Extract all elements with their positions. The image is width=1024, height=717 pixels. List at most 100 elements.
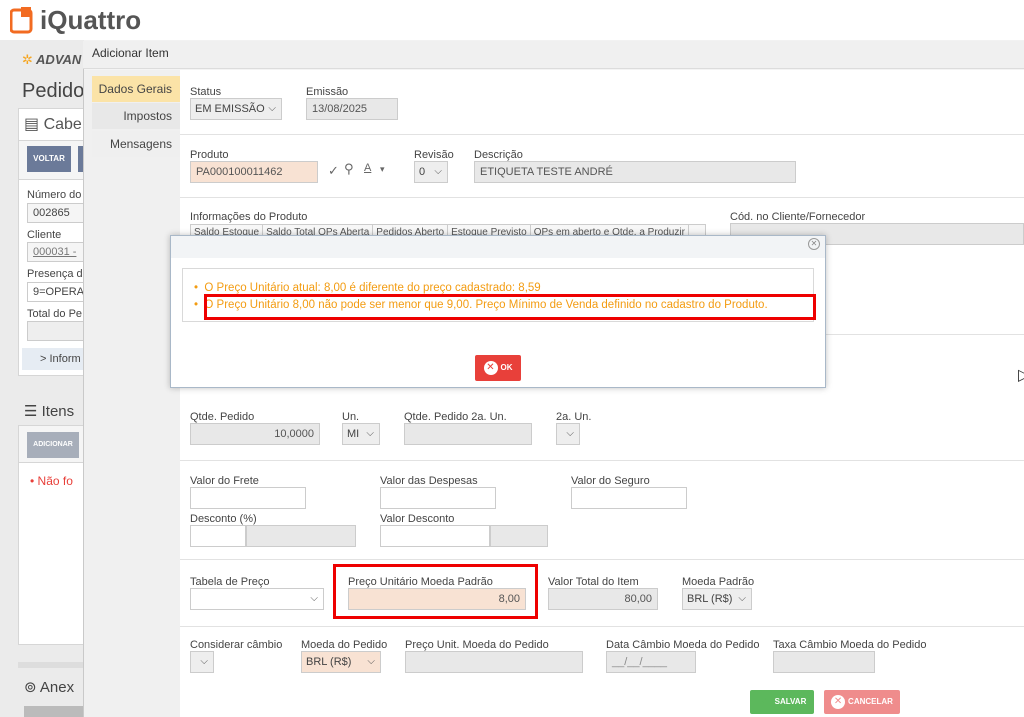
tab-mensagens[interactable]: Mensagens (92, 131, 180, 157)
un-select[interactable]: MI ⌵ (342, 423, 380, 445)
desconto-pct-label: Desconto (%) (190, 513, 257, 525)
search-icon[interactable]: ⚲ (344, 161, 354, 177)
clipboard-icon: ▤ (24, 116, 40, 133)
desconto-pct-value[interactable] (246, 525, 356, 547)
descricao-label: Descrição (474, 149, 523, 161)
adicionar-button[interactable]: ADICIONAR (27, 432, 79, 458)
close-icon: ✕ (483, 360, 498, 375)
confirm-icon[interactable]: ✓ (328, 163, 339, 179)
alert-message-1: • O Preço Unitário atual: 8,00 é diferen… (194, 282, 541, 294)
qtde-2a-label: Qtde. Pedido 2a. Un. (404, 411, 507, 423)
chevron-down-icon: ⌵ (566, 428, 574, 439)
preco-moeda-pedido-label: Preço Unit. Moeda do Pedido (405, 639, 549, 651)
scrollbar[interactable] (18, 662, 84, 668)
qtde-2a-field[interactable] (404, 423, 532, 445)
data-cambio-field[interactable]: __/__/____ (606, 651, 696, 673)
voltar-button[interactable]: VOLTAR (27, 146, 71, 172)
desconto-val-field[interactable] (380, 525, 490, 547)
itens-message: • Não fo (30, 474, 73, 488)
caret-down-icon[interactable]: ▾ (380, 164, 385, 175)
produto-field[interactable]: PA000100011462 (190, 161, 318, 183)
numero-field[interactable]: 002865 (27, 203, 84, 223)
chevron-down-icon: ⌵ (310, 593, 318, 604)
alert-titlebar (171, 236, 825, 258)
desconto-pct-field[interactable] (190, 525, 246, 547)
qtde-pedido-field[interactable]: 10,0000 (190, 423, 320, 445)
qtde-pedido-label: Qtde. Pedido (190, 411, 255, 423)
top-bar (0, 0, 1024, 40)
revisao-select[interactable]: 0 ⌵ (414, 161, 448, 183)
salvar-button[interactable]: ✓ SALVAR (750, 690, 814, 714)
tab-impostos[interactable]: Impostos (92, 103, 180, 129)
produto-label: Produto (190, 149, 229, 161)
chevron-down-icon: ⌵ (367, 656, 375, 667)
modal-header (83, 41, 1024, 69)
tabela-preco-select[interactable]: ⌵ (190, 588, 324, 610)
numero-label: Número do (27, 189, 82, 201)
divider (180, 559, 1024, 560)
revisao-label: Revisão (414, 149, 454, 161)
un-2a-select[interactable]: ⌵ (556, 423, 580, 445)
moeda-padrao-label: Moeda Padrão (682, 576, 755, 588)
moeda-pedido-label: Moeda do Pedido (301, 639, 388, 651)
status-label: Status (190, 86, 222, 98)
taxa-cambio-field[interactable] (773, 651, 875, 673)
valor-total-label: Valor Total do Item (548, 576, 639, 588)
chevron-down-icon: ⌵ (366, 428, 374, 439)
cod-cliente-label: Cód. no Cliente/Fornecedor (730, 211, 866, 223)
logo-icon (10, 7, 33, 34)
seguro-label: Valor do Seguro (571, 475, 650, 487)
attachment-icon: ⊚ (24, 679, 37, 696)
highlight-alert-message (204, 294, 816, 320)
desconto-val-label: Valor Desconto (380, 513, 455, 525)
data-cambio-label: Data Câmbio Moeda do Pedido (606, 639, 760, 651)
frete-field[interactable] (190, 487, 306, 509)
brand-name: iQuattro (40, 5, 142, 35)
moeda-pedido-select[interactable]: BRL (R$) ⌵ (301, 651, 381, 673)
text-format-icon[interactable]: A (364, 162, 371, 174)
valor-total-field[interactable]: 80,00 (548, 588, 658, 610)
despesas-label: Valor das Despesas (380, 475, 478, 487)
info-produto-label: Informações do Produto (190, 211, 308, 223)
frete-label: Valor do Frete (190, 475, 259, 487)
emissao-field[interactable]: 13/08/2025 (306, 98, 398, 120)
modal-title: Adicionar Item (92, 46, 169, 60)
considerar-cambio-select[interactable]: ⌵ (190, 651, 214, 673)
presenca-field[interactable]: 9=OPERA (27, 282, 84, 302)
gear-icon: ✲ (22, 52, 33, 67)
despesas-field[interactable] (380, 487, 496, 509)
tabela-preco-label: Tabela de Preço (190, 576, 270, 588)
page-title: Pedido (22, 80, 85, 102)
desconto-val-extra[interactable] (490, 525, 548, 547)
descricao-field[interactable]: ETIQUETA TESTE ANDRÉ (474, 161, 796, 183)
list-icon: ☰ (24, 403, 38, 420)
total-field[interactable] (27, 321, 84, 341)
chevron-down-icon: ⌵ (200, 656, 208, 667)
anexos-header: ⊚ Anex (24, 679, 75, 696)
cancelar-button[interactable]: ✕ CANCELAR (824, 690, 900, 714)
tab-dados-gerais[interactable]: Dados Gerais (92, 76, 180, 102)
un-label: Un. (342, 411, 360, 423)
divider (180, 134, 1024, 135)
cliente-field[interactable]: 000031 - (27, 242, 84, 262)
preco-moeda-pedido-field[interactable] (405, 651, 583, 673)
sub-brand: ✲ ADVAN (22, 52, 82, 67)
cabecalho-header: ▤ Cabe (24, 116, 82, 133)
highlight-preco-unit (333, 564, 538, 619)
emissao-label: Emissão (306, 86, 349, 98)
ok-button[interactable]: ✕ OK (475, 355, 521, 381)
considerar-cambio-label: Considerar câmbio (190, 639, 283, 651)
mouse-cursor-icon: ▷ (1018, 365, 1024, 385)
presenca-label: Presença do (27, 268, 89, 280)
close-icon: ✕ (831, 694, 846, 709)
moeda-padrao-select[interactable]: BRL (R$) ⌵ (682, 588, 752, 610)
info-link[interactable]: > Inform (40, 353, 81, 365)
close-icon[interactable]: ✕ (808, 238, 820, 250)
modal-sidenav (84, 70, 180, 717)
seguro-field[interactable] (571, 487, 687, 509)
cliente-label: Cliente (27, 229, 62, 241)
itens-header: ☰ Itens (24, 403, 75, 420)
chevron-down-icon: ⌵ (738, 593, 746, 604)
status-select[interactable]: EM EMISSÃO ⌵ (190, 98, 282, 120)
anexos-bar (24, 706, 84, 717)
